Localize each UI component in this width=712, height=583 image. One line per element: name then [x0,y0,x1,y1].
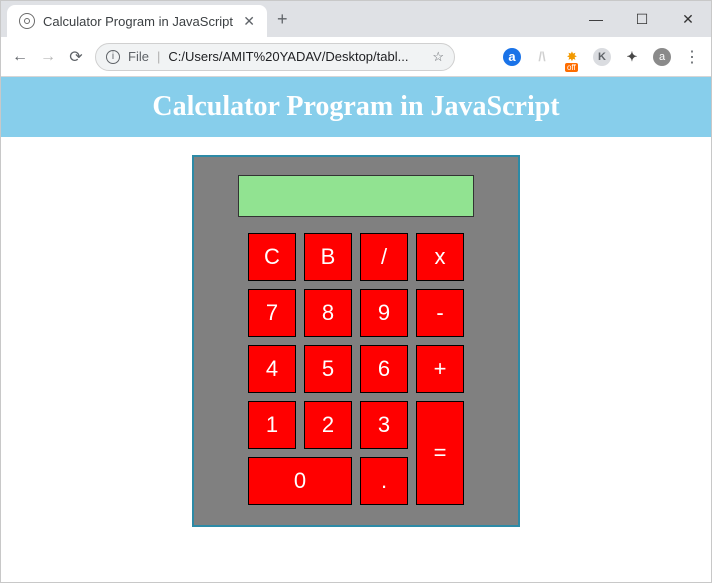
left-bottom-col: 1 2 3 0 . [248,401,408,505]
equals-button[interactable]: = [416,401,464,505]
key-row-4-5: 1 2 3 0 . = [248,401,464,505]
titlebar: Calculator Program in JavaScript ✕ + — ☐… [1,1,711,37]
keypad: C B / x 7 8 9 - 4 5 6 + [212,233,500,505]
profile-avatar-icon[interactable]: a [653,48,671,66]
digit-5-button[interactable]: 5 [304,345,352,393]
page-viewport: Calculator Program in JavaScript C B / x… [1,77,711,582]
digit-3-button[interactable]: 3 [360,401,408,449]
digit-1-button[interactable]: 1 [248,401,296,449]
key-row-1: C B / x [248,233,464,281]
calculator-container: C B / x 7 8 9 - 4 5 6 + [1,137,711,557]
minimize-button[interactable]: — [573,1,619,37]
toolbar: ← → ⟳ i File | C:/Users/AMIT%20YADAV/Des… [1,37,711,77]
url-bar[interactable]: i File | C:/Users/AMIT%20YADAV/Desktop/t… [95,43,455,71]
digit-7-button[interactable]: 7 [248,289,296,337]
digit-9-button[interactable]: 9 [360,289,408,337]
digit-8-button[interactable]: 8 [304,289,352,337]
key-row-4: 1 2 3 [248,401,408,449]
url-text: C:/Users/AMIT%20YADAV/Desktop/tabl... [168,49,424,64]
decimal-button[interactable]: . [360,457,408,505]
tab-title: Calculator Program in JavaScript [43,14,233,29]
page-title: Calculator Program in JavaScript [1,91,711,123]
tab-close-icon[interactable]: ✕ [243,13,255,30]
page-banner: Calculator Program in JavaScript [1,77,711,137]
key-row-5: 0 . [248,457,408,505]
extensions-row: a /\ ✸ off K ✦ a ⋮ [503,48,701,66]
url-prefix: File [128,49,149,64]
key-row-3: 4 5 6 + [248,345,464,393]
extension-k-icon[interactable]: K [593,48,611,66]
window-controls: — ☐ ✕ [573,1,711,37]
add-button[interactable]: + [416,345,464,393]
info-icon[interactable]: i [106,50,120,64]
key-row-2: 7 8 9 - [248,289,464,337]
kebab-menu-icon[interactable]: ⋮ [683,48,701,66]
backspace-button[interactable]: B [304,233,352,281]
extension-fire-icon[interactable]: ✸ off [563,48,581,66]
digit-4-button[interactable]: 4 [248,345,296,393]
multiply-button[interactable]: x [416,233,464,281]
extensions-puzzle-icon[interactable]: ✦ [623,48,641,66]
clear-button[interactable]: C [248,233,296,281]
new-tab-button[interactable]: + [267,9,298,30]
digit-0-button[interactable]: 0 [248,457,352,505]
browser-window: Calculator Program in JavaScript ✕ + — ☐… [0,0,712,583]
forward-button[interactable]: → [39,48,57,66]
digit-6-button[interactable]: 6 [360,345,408,393]
extension-a-icon[interactable]: a [503,48,521,66]
globe-icon [19,13,35,29]
back-button[interactable]: ← [11,48,29,66]
calculator-display[interactable] [238,175,474,217]
browser-tab[interactable]: Calculator Program in JavaScript ✕ [7,5,267,37]
reload-button[interactable]: ⟳ [67,47,85,67]
divide-button[interactable]: / [360,233,408,281]
extension-fire-badge: off [565,63,578,72]
digit-2-button[interactable]: 2 [304,401,352,449]
extension-arc-icon[interactable]: /\ [533,48,551,66]
bookmark-star-icon[interactable]: ☆ [432,49,444,65]
calculator: C B / x 7 8 9 - 4 5 6 + [192,155,520,527]
close-window-button[interactable]: ✕ [665,1,711,37]
subtract-button[interactable]: - [416,289,464,337]
maximize-button[interactable]: ☐ [619,1,665,37]
